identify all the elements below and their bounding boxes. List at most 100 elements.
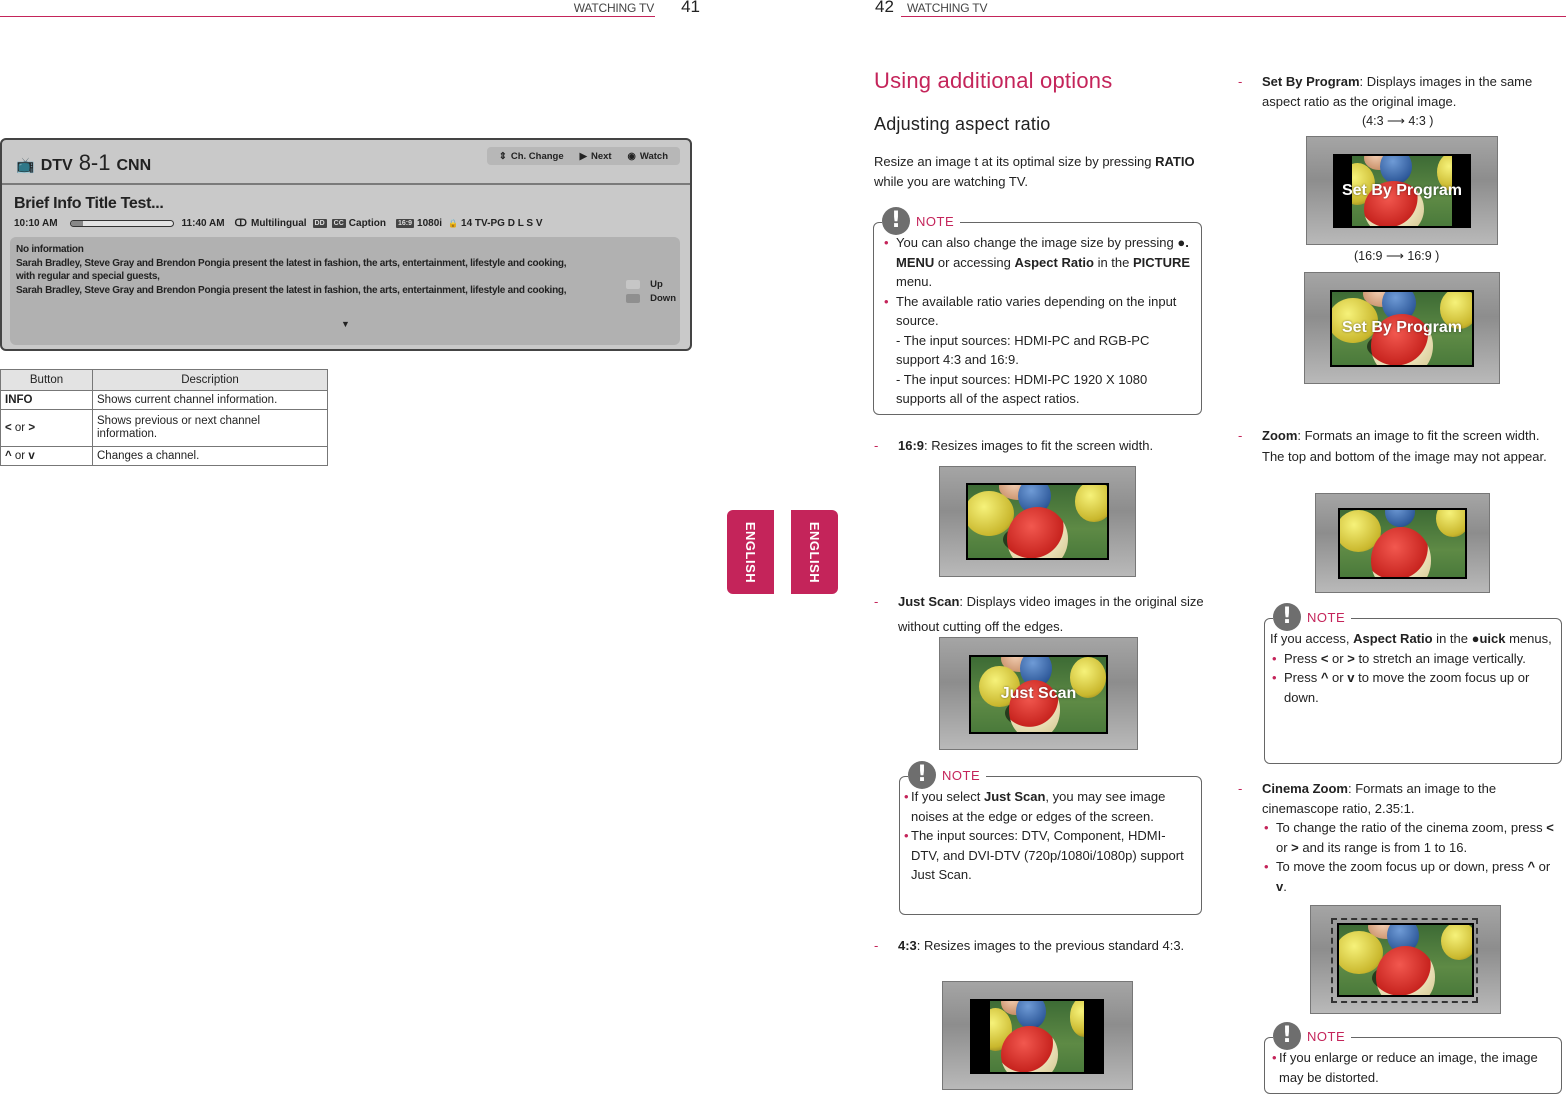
note-bullet: If you enlarge or reduce an image, the i… [1270,1048,1553,1087]
text: . [1283,878,1287,894]
text: If you access, [1270,631,1354,646]
down-key-icon [626,293,641,303]
tv-screen [970,999,1104,1074]
just-scan-term: Just Scan [983,789,1046,804]
option-name: Set By Program [1262,74,1360,89]
option-name: Zoom [1262,428,1298,443]
scroll-down-button[interactable]: Down [626,291,676,305]
next-key[interactable]: ▶ Next [580,151,612,162]
page-title: Using additional options [874,68,1113,93]
option-name: Cinema Zoom [1262,781,1348,796]
description-line: Sarah Bradley, Steve Gray and Brendon Po… [16,284,567,296]
end-time: 11:40 AM [181,217,225,229]
description-cell: Shows previous or next channel informati… [92,409,328,447]
right-key: > [28,421,36,434]
ratio-caption: (4:3 ⟶ 4:3 ) [1362,114,1434,128]
cc-badge: CC [331,218,346,228]
channel-name: CNN [116,157,152,174]
progress-fill [70,220,83,226]
header-rule [901,16,1566,17]
cinema-zoom-bullet: To move the zoom focus up or down, press… [1262,857,1562,896]
button-cell: ^ or v [0,446,93,466]
text: Press [1284,670,1321,685]
resolution-label: 1080i [417,217,443,229]
note-header: ! NOTE [882,207,961,235]
option-name: 16:9 [898,438,925,453]
language-tab-right: ENGLISH [791,510,838,594]
exclamation-icon: ! [908,761,936,789]
note-label: NOTE [1307,1028,1346,1044]
tv-preview-set-by-program-4-3: Set By Program [1306,136,1498,245]
ok-icon: ◉ [627,150,636,162]
tv-icon: 📺 [16,157,35,174]
program-meta: 10:10 AM 11:40 AM ↀ Multilingual DD CC C… [14,216,678,230]
text: You can also change the image size by pr… [896,235,1178,250]
or-text: or [11,421,29,434]
text: or [1328,670,1348,685]
program-progress [69,219,174,227]
option-zoom: - Zoom: Formats an image to fit the scree… [1238,425,1562,467]
text: Press [1284,650,1321,666]
text: If you select [911,789,984,804]
option-just-scan: - Just Scan: Displays video images in the… [874,589,1208,639]
scroll-up-button[interactable]: Up [626,277,676,291]
aspect-ratio-term: Aspect Ratio [1014,254,1094,270]
note-bullet: The input sources: DTV, Component, HDMI-… [902,826,1193,885]
text: and its range is from 1 to 16. [1298,839,1468,855]
tv-preview-just-scan: Just Scan [939,637,1138,750]
left-page-header: WATCHING TV 41 [0,0,700,18]
rating-label: 14 TV-PG D L S V [461,217,543,229]
more-down-icon[interactable]: ▼ [341,319,350,329]
section-subtitle: Adjusting aspect ratio [874,114,1051,134]
dash-marker: - [874,938,879,953]
dash-marker: - [1238,74,1243,89]
up-key: ^ [5,449,12,462]
description-line: with regular and special guests, [16,271,160,282]
caption-label: Caption [348,217,386,229]
ratio-key: RATIO [1155,154,1195,169]
option-name: Just Scan [898,594,960,609]
note-box: ! NOTE You can also change the image siz… [873,207,1202,415]
note-label: NOTE [1307,609,1346,625]
exclamation-icon: ! [1273,603,1301,631]
column-header: Button [0,369,93,391]
down-key: v [28,449,35,462]
section-title: WATCHING TV [573,1,654,15]
key-guide: ⇕ Ch. Change ▶ Next ◉ Watch [486,147,680,165]
ch-change-label: Ch. Change [510,150,564,162]
page-number: 42 [875,0,894,16]
overlay-label: Just Scan [1000,684,1077,702]
language-label: ENGLISH [807,521,823,583]
note-header: ! NOTE [1273,603,1352,631]
exclamation-icon: ! [882,207,910,235]
button-cell: < or > [0,409,93,447]
text: menus, [1505,631,1552,646]
start-time: 10:10 AM [14,217,58,229]
tv-preview-set-by-program-16-9: Set By Program [1304,272,1500,384]
next-label: Next [590,150,612,162]
dolby-badge: DD [312,218,327,228]
tv-preview-16-9 [939,466,1136,577]
scroll-down-label: Down [650,292,676,304]
note-bullet: Press ^ or v to move the zoom focus up o… [1270,668,1553,707]
up-key-icon [626,279,641,289]
note-header: ! NOTE [1273,1022,1352,1050]
ch-change-key[interactable]: ⇕ Ch. Change [499,151,564,162]
picture-term: PICTURE [1132,254,1191,270]
watch-key[interactable]: ◉ Watch [628,151,668,162]
quick-term: uick [1479,631,1506,646]
page-number: 41 [681,0,700,16]
description-cell: Shows current channel information. [92,390,328,410]
note-subitem: - The input sources: HDMI-PC 1920 X 1080… [896,371,1148,407]
note-bullet: You can also change the image size by pr… [882,233,1193,292]
option-16-9: - 16:9: Resizes images to fit the screen … [874,436,1208,456]
text: or [1276,839,1292,855]
option-4-3: - 4:3: Resizes images to the previous sta… [874,933,1208,958]
table-row: ^ or v Changes a channel. [0,446,328,466]
source-label: DTV [40,157,73,174]
right-key: > [1347,650,1355,666]
right-page-header: 42 WATCHING TV [865,0,1566,18]
audio-label: Multilingual [250,217,307,229]
note-box: ! NOTE If you access, Aspect Ratio in th… [1264,603,1562,764]
option-description: : Resizes images to fit the screen width… [924,438,1154,453]
